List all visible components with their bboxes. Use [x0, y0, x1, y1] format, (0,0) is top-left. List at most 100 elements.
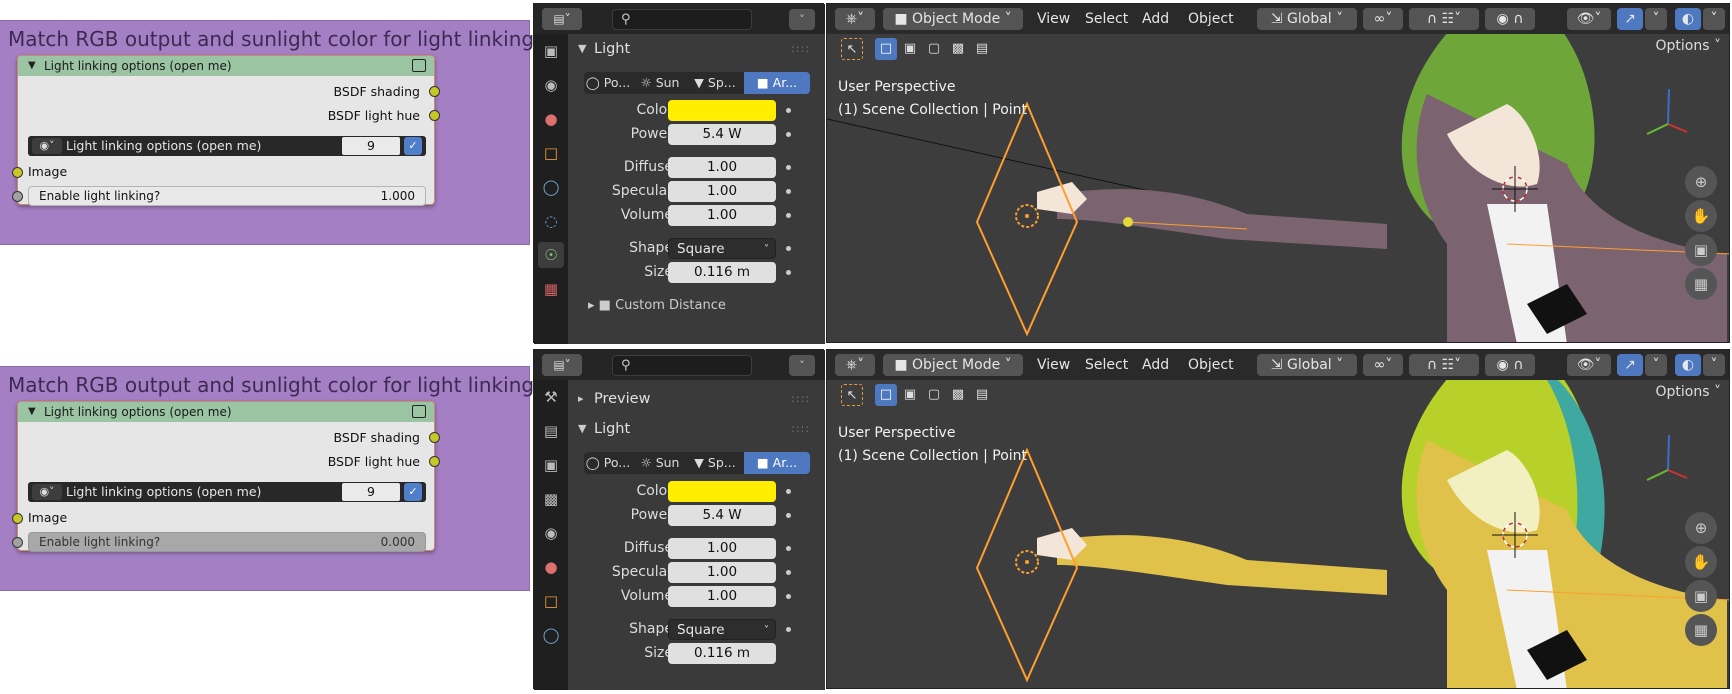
- snap-icon[interactable]: ∩ ☷˅: [1409, 354, 1479, 376]
- power-field[interactable]: 5.4 W: [668, 124, 776, 145]
- node-group-name[interactable]: Light linking options (open me): [66, 136, 261, 156]
- 3d-viewport[interactable]: ⎈˅ ■ Object Mode ˅ View Select Add Objec…: [826, 3, 1730, 343]
- light-type-point[interactable]: ◯ Po...: [584, 72, 632, 94]
- input-socket[interactable]: [12, 167, 23, 178]
- tab-render-icon[interactable]: ▤: [538, 418, 564, 444]
- select-new-icon[interactable]: □: [875, 384, 897, 406]
- drag-handle-icon[interactable]: ::::: [791, 388, 810, 410]
- output-socket[interactable]: [429, 432, 440, 443]
- orthographic-grid-icon[interactable]: ▦: [1685, 268, 1717, 300]
- output-socket[interactable]: [429, 86, 440, 97]
- tab-physics-icon[interactable]: ◯: [538, 622, 564, 648]
- zoom-icon[interactable]: ⊕: [1685, 512, 1717, 544]
- keyframe-dot[interactable]: [786, 546, 791, 551]
- volume-field[interactable]: 1.00: [668, 586, 776, 607]
- color-swatch[interactable]: [668, 481, 776, 502]
- select-tool-icon[interactable]: ↖: [841, 384, 863, 406]
- menu-add[interactable]: Add: [1142, 354, 1169, 376]
- tab-object-icon[interactable]: □: [538, 140, 564, 166]
- drag-handle-icon[interactable]: ::::: [791, 418, 810, 440]
- chevron-down-icon[interactable]: ˅: [1703, 8, 1725, 30]
- input-socket[interactable]: [12, 537, 23, 548]
- chevron-down-icon[interactable]: ˅: [1703, 354, 1725, 376]
- tab-light-data-icon[interactable]: ☉: [538, 242, 564, 268]
- power-field[interactable]: 5.4 W: [668, 505, 776, 526]
- pivot-point-icon[interactable]: ∞˅: [1363, 8, 1403, 30]
- group-node[interactable]: ▼ Light linking options (open me) BSDF s…: [12, 55, 440, 206]
- camera-icon[interactable]: ▣: [1685, 234, 1717, 266]
- select-extend-icon[interactable]: ▣: [899, 384, 921, 406]
- select-new-icon[interactable]: □: [875, 38, 897, 60]
- node-group-icon[interactable]: [412, 59, 426, 72]
- light-type-area[interactable]: ■ Ar...: [744, 452, 810, 474]
- select-extend-icon[interactable]: ▣: [899, 38, 921, 60]
- pivot-point-icon[interactable]: ∞˅: [1363, 354, 1403, 376]
- menu-object[interactable]: Object: [1188, 8, 1234, 30]
- volume-field[interactable]: 1.00: [668, 205, 776, 226]
- select-intersect-icon[interactable]: ▤: [971, 38, 993, 60]
- light-type-area[interactable]: ■ Ar...: [744, 72, 810, 94]
- tab-object-icon[interactable]: □: [538, 588, 564, 614]
- panel-light[interactable]: ▼ Light ::::: [576, 418, 816, 440]
- select-invert-icon[interactable]: ▩: [947, 384, 969, 406]
- light-type-spot[interactable]: ▼ Sp...: [688, 72, 742, 94]
- node-group-icon[interactable]: [412, 405, 426, 418]
- overlays-toggle-icon[interactable]: ◐: [1675, 8, 1701, 30]
- diffuse-field[interactable]: 1.00: [668, 538, 776, 559]
- mode-dropdown[interactable]: ■ Object Mode ˅: [883, 354, 1023, 376]
- keyframe-dot[interactable]: [786, 570, 791, 575]
- shape-dropdown[interactable]: Square ˅: [668, 619, 776, 640]
- enable-light-linking-slider[interactable]: Enable light linking? 1.000: [28, 186, 426, 206]
- menu-view[interactable]: View: [1037, 354, 1070, 376]
- orthographic-grid-icon[interactable]: ▦: [1685, 614, 1717, 646]
- specular-field[interactable]: 1.00: [668, 562, 776, 583]
- fake-user-shield-icon[interactable]: ✓: [404, 483, 422, 501]
- options-dropdown[interactable]: Options ˅: [1656, 384, 1721, 400]
- select-invert-icon[interactable]: ▩: [947, 38, 969, 60]
- tab-view-layer-icon[interactable]: ▩: [538, 486, 564, 512]
- input-socket[interactable]: [12, 191, 23, 202]
- node-tree-icon[interactable]: ◉˅: [32, 138, 62, 154]
- overlays-toggle-icon[interactable]: ◐: [1675, 354, 1701, 376]
- diffuse-field[interactable]: 1.00: [668, 157, 776, 178]
- keyframe-dot[interactable]: [786, 165, 791, 170]
- gizmo-toggle-icon[interactable]: ↗: [1617, 8, 1643, 30]
- select-subtract-icon[interactable]: ▢: [923, 38, 945, 60]
- node-header[interactable]: ▼ Light linking options (open me): [18, 402, 434, 422]
- tab-world-icon[interactable]: ●: [538, 554, 564, 580]
- fake-user-shield-icon[interactable]: ✓: [404, 137, 422, 155]
- proportional-edit-icon[interactable]: ◉ ∩: [1485, 354, 1535, 376]
- keyframe-dot[interactable]: [786, 108, 791, 113]
- gizmo-toggle-icon[interactable]: ↗: [1617, 354, 1643, 376]
- specular-field[interactable]: 1.00: [668, 181, 776, 202]
- size-field[interactable]: 0.116 m: [668, 262, 776, 283]
- light-type-sun[interactable]: ☼ Sun: [634, 72, 686, 94]
- node-group-selector[interactable]: ◉˅ Light linking options (open me) 9 ✓: [28, 482, 426, 502]
- slider-value[interactable]: 0.000: [381, 533, 415, 551]
- transform-orientation-dropdown[interactable]: ⇲ Global ˅: [1257, 8, 1357, 30]
- keyframe-dot[interactable]: [786, 627, 791, 632]
- keyframe-dot[interactable]: [786, 213, 791, 218]
- slider-value[interactable]: 1.000: [381, 187, 415, 205]
- node-tree-icon[interactable]: ◉˅: [32, 484, 62, 500]
- node-frame[interactable]: Match RGB output and sunlight color for …: [0, 20, 534, 245]
- tab-constraints-icon[interactable]: ◌: [538, 208, 564, 234]
- keyframe-dot[interactable]: [786, 246, 791, 251]
- pan-hand-icon[interactable]: ✋: [1685, 546, 1717, 578]
- search-input[interactable]: ⚲: [612, 355, 752, 376]
- light-type-point[interactable]: ◯ Po...: [584, 452, 632, 474]
- node-group-selector[interactable]: ◉˅ Light linking options (open me) 9 ✓: [28, 136, 426, 156]
- output-socket[interactable]: [429, 456, 440, 467]
- chevron-down-icon[interactable]: ▼: [28, 56, 36, 76]
- tab-scene-icon[interactable]: ◉: [538, 520, 564, 546]
- proportional-edit-icon[interactable]: ◉ ∩: [1485, 8, 1535, 30]
- transform-orientation-dropdown[interactable]: ⇲ Global ˅: [1257, 354, 1357, 376]
- tab-output-icon[interactable]: ▣: [538, 452, 564, 478]
- panel-preview[interactable]: ▸ Preview ::::: [576, 388, 816, 410]
- keyframe-dot[interactable]: [786, 189, 791, 194]
- light-type-selector[interactable]: ◯ Po... ☼ Sun ▼ Sp... ■ Ar...: [584, 72, 810, 94]
- editor-type-button[interactable]: ▤˅: [542, 354, 582, 376]
- mode-dropdown[interactable]: ■ Object Mode ˅: [883, 8, 1023, 30]
- keyframe-dot[interactable]: [786, 489, 791, 494]
- visibility-icon[interactable]: 👁˅: [1567, 354, 1611, 376]
